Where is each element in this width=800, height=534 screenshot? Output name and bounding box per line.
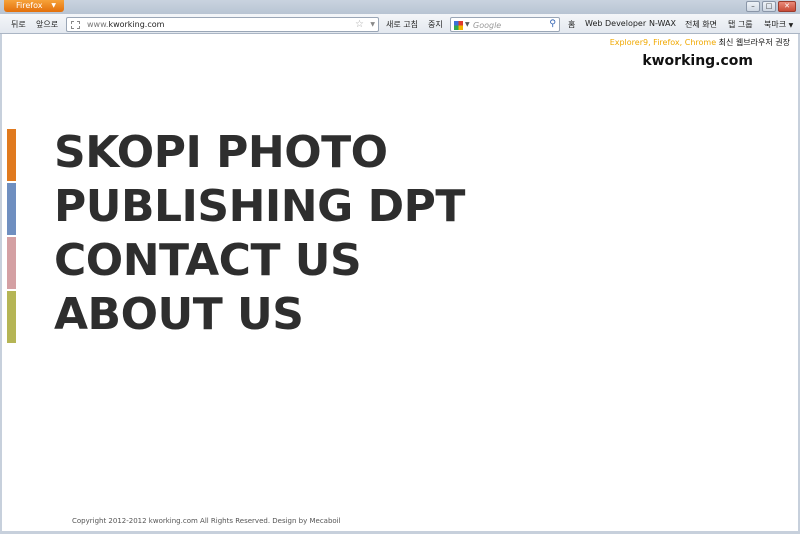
- menu-item-contact-us[interactable]: CONTACT US: [54, 237, 465, 291]
- window-controls: – □ ✕: [746, 1, 796, 12]
- firefox-button-label: Firefox: [16, 1, 43, 10]
- browser-recommendation-notice: Explorer9, Firefox, Chrome 최신 웹브라우저 권장: [610, 37, 790, 48]
- menu-item-publishing-dpt[interactable]: PUBLISHING DPT: [54, 183, 465, 237]
- search-icon[interactable]: ⚲: [549, 19, 556, 29]
- site-identity-icon[interactable]: [71, 21, 80, 29]
- menu-item-about-us[interactable]: ABOUT US: [54, 291, 465, 345]
- recommendation-text: 최신 웹브라우저 권장: [718, 38, 790, 47]
- forward-button[interactable]: 앞으로: [36, 19, 58, 30]
- chevron-down-icon: ▼: [51, 2, 56, 9]
- minimize-icon[interactable]: –: [746, 1, 760, 12]
- home-button[interactable]: 홈: [568, 19, 575, 30]
- address-bar[interactable]: www.kworking.com ☆ ▼: [66, 17, 379, 32]
- menu-color-bar-1: [7, 129, 16, 181]
- browser-titlebar: Firefox ▼ – □ ✕: [0, 0, 800, 14]
- main-menu: SKOPI PHOTO PUBLISHING DPT CONTACT US AB…: [54, 129, 465, 345]
- tab-group-button[interactable]: 탭 그룹: [728, 19, 753, 30]
- search-engine-dropdown-icon[interactable]: ▼: [465, 21, 470, 28]
- bookmarks-button[interactable]: 북마크 ▼: [764, 19, 793, 30]
- search-bar[interactable]: ▼ ⚲: [450, 17, 560, 32]
- chevron-down-icon: ▼: [788, 22, 794, 29]
- menu-item-skopi-photo[interactable]: SKOPI PHOTO: [54, 129, 465, 183]
- site-logo[interactable]: kworking.com: [642, 53, 753, 69]
- footer-copyright: Copyright 2012-2012 kworking.com All Rig…: [72, 517, 341, 525]
- back-button[interactable]: 뒤로: [11, 19, 26, 30]
- fullscreen-button[interactable]: 전체 화면: [685, 19, 717, 30]
- browser-navbar: 뒤로 앞으로 www.kworking.com ☆ ▼ 새로 고침 중지 ▼ ⚲…: [0, 14, 800, 34]
- web-developer-button[interactable]: Web Developer: [585, 19, 646, 28]
- maximize-icon[interactable]: □: [762, 1, 776, 12]
- menu-color-bar-2: [7, 183, 16, 235]
- recommended-browsers: Explorer9, Firefox, Chrome: [609, 38, 717, 47]
- stop-button[interactable]: 중지: [428, 19, 443, 30]
- window-frame-left: [0, 34, 2, 534]
- bookmark-star-icon[interactable]: ☆: [355, 19, 364, 30]
- close-icon[interactable]: ✕: [778, 1, 796, 12]
- search-input[interactable]: [473, 19, 543, 31]
- url-dropdown-icon[interactable]: ▼: [370, 21, 375, 28]
- menu-color-bar-4: [7, 291, 16, 343]
- url-text[interactable]: www.kworking.com: [87, 20, 164, 29]
- nwax-button[interactable]: N-WAX: [649, 19, 676, 28]
- google-icon[interactable]: [454, 21, 463, 30]
- firefox-menu-button[interactable]: Firefox ▼: [4, 0, 64, 12]
- reload-button[interactable]: 새로 고침: [386, 19, 418, 30]
- menu-color-bar-3: [7, 237, 16, 289]
